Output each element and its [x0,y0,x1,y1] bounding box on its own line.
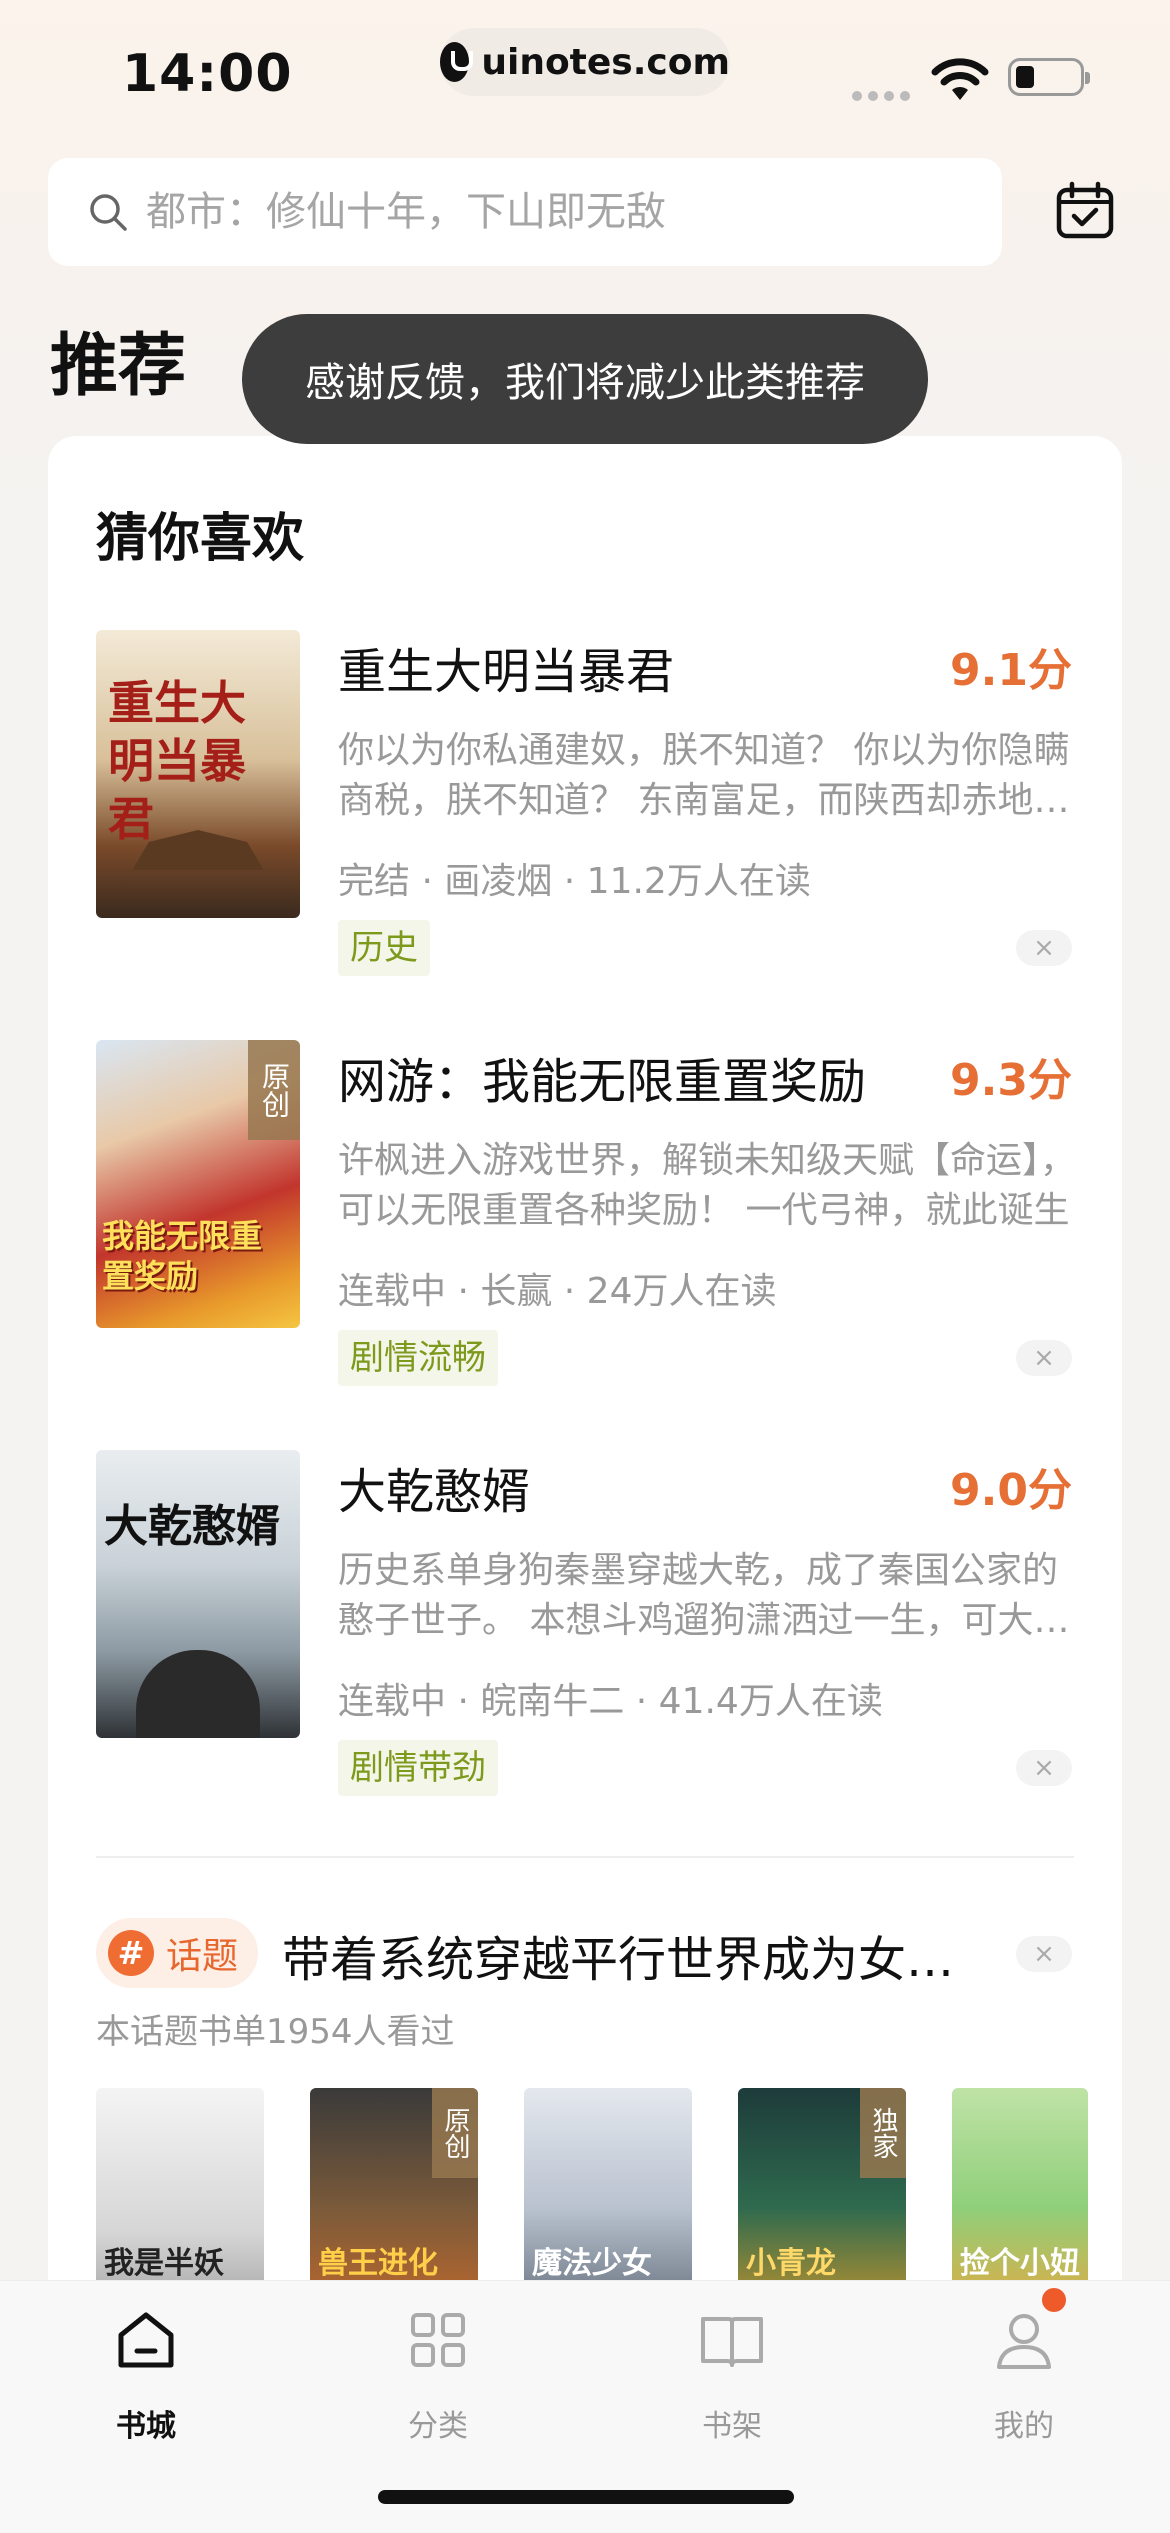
url-pill: uinotes.com [440,28,730,96]
topic-badge: # 话题 [96,1918,259,1988]
dismiss-button[interactable]: × [1016,1340,1072,1376]
book-title: 大乾憨婿 [338,1464,531,1520]
book-icon [701,2317,763,2367]
book-cover[interactable]: 大乾憨婿 [96,1450,300,1738]
dismiss-button[interactable]: × [1016,1936,1072,1972]
tab-mine[interactable]: 我的 [924,2305,1124,2445]
dismiss-button[interactable]: × [1016,930,1072,966]
book-description: 你以为你私通建奴，朕不知道？ 你以为你隐瞒商税，朕不知道？ 东南富足，而陕西却赤… [338,730,1070,821]
search-bar[interactable] [48,158,1002,266]
tab-category[interactable]: 分类 [338,2305,538,2445]
book-score: 9.0分 [950,1465,1072,1516]
tab-label: 书架 [702,2409,762,2444]
divider [96,1856,1074,1858]
book-meta: 连载中 · 长赢 · 24万人在读 [338,1271,777,1312]
book-meta: 完结 · 画凌烟 · 11.2万人在读 [338,861,811,902]
book-description: 许枫进入游戏世界，解锁未知级天赋【命运】，可以无限重置各种奖励！ 一代弓神，就此… [338,1140,1077,1231]
tab-label: 书城 [116,2409,176,2444]
person-icon [997,2314,1051,2369]
cover-title-text: 兽王进化 [318,2246,438,2281]
hash-icon: # [108,1930,154,1976]
cover-boat-art [136,1650,260,1738]
book-tag[interactable]: 剧情带劲 [338,1740,498,1796]
cover-badge: 独家 [860,2088,906,2178]
book-meta: 连载中 · 皖南牛二 · 41.4万人在读 [338,1681,883,1722]
book-item[interactable]: 原创 我能无限重置奖励 网游：我能无限重置奖励 9.3分 许枫进入游戏世界，解锁… [96,1040,1122,1400]
section-title: 推荐 [50,327,187,406]
status-time: 14:00 [122,44,293,104]
book-title: 重生大明当暴君 [338,644,675,700]
book-score: 9.1分 [950,645,1072,696]
cover-title-text: 我能无限重置奖励 [102,1217,263,1295]
dismiss-button[interactable]: × [1016,1750,1072,1786]
tab-bookstore[interactable]: 书城 [46,2305,246,2445]
search-input[interactable] [144,188,968,236]
cover-title-text: 我是半妖 [104,2246,224,2281]
cover-title-text: 捡个小妞 [960,2246,1080,2281]
cover-title-text: 小青龙 [746,2246,836,2281]
book-tag[interactable]: 历史 [338,920,430,976]
home-indicator[interactable] [378,2490,794,2504]
book-description: 历史系单身狗秦墨穿越大乾，成了秦国公家的憨子世子。 本想斗鸡遛狗潇洒过一生，可大… [338,1550,1070,1641]
cover-title-text: 魔法少女 [532,2246,652,2281]
tab-label: 我的 [994,2409,1054,2444]
cover-title-text: 重生大明当暴君 [108,676,246,846]
wifi-icon [931,58,989,100]
search-icon [90,194,127,231]
tab-bookshelf[interactable]: 书架 [632,2305,832,2445]
book-title: 网游：我能无限重置奖励 [338,1054,867,1110]
battery-icon [1008,58,1090,96]
card-title: 猜你喜欢 [96,509,305,569]
topic-title[interactable]: 带着系统穿越平行世界成为女明星 [282,1920,982,1990]
notification-dot [1042,2288,1066,2312]
tab-label: 分类 [408,2409,468,2444]
site-logo-icon [440,42,474,82]
url-text: uinotes.com [481,41,730,83]
feedback-toast: 感谢反馈，我们将减少此类推荐 [242,314,928,444]
book-tag[interactable]: 剧情流畅 [338,1330,498,1386]
cover-badge: 原创 [432,2088,478,2178]
cover-badge: 原创 [248,1040,300,1140]
calendar-checkin-icon[interactable] [1054,180,1116,242]
topic-subtitle: 本话题书单1954人看过 [96,2012,455,2052]
topic-badge-label: 话题 [166,1936,239,1977]
book-score: 9.3分 [950,1055,1072,1106]
book-cover[interactable]: 原创 我能无限重置奖励 [96,1040,300,1328]
recommend-card: 猜你喜欢 重生大明当暴君 重生大明当暴君 9.1分 你以为你私通建奴，朕不知道？… [48,436,1122,2436]
book-item[interactable]: 重生大明当暴君 重生大明当暴君 9.1分 你以为你私通建奴，朕不知道？ 你以为你… [96,630,1122,990]
book-item[interactable]: 大乾憨婿 大乾憨婿 9.0分 历史系单身狗秦墨穿越大乾，成了秦国公家的憨子世子。… [96,1450,1122,1810]
cover-title-text: 大乾憨婿 [104,1501,280,1552]
cellular-signal-icon [852,86,916,105]
home-icon [118,2312,174,2368]
book-cover[interactable]: 重生大明当暴君 [96,630,300,918]
grid-icon [411,2313,465,2367]
